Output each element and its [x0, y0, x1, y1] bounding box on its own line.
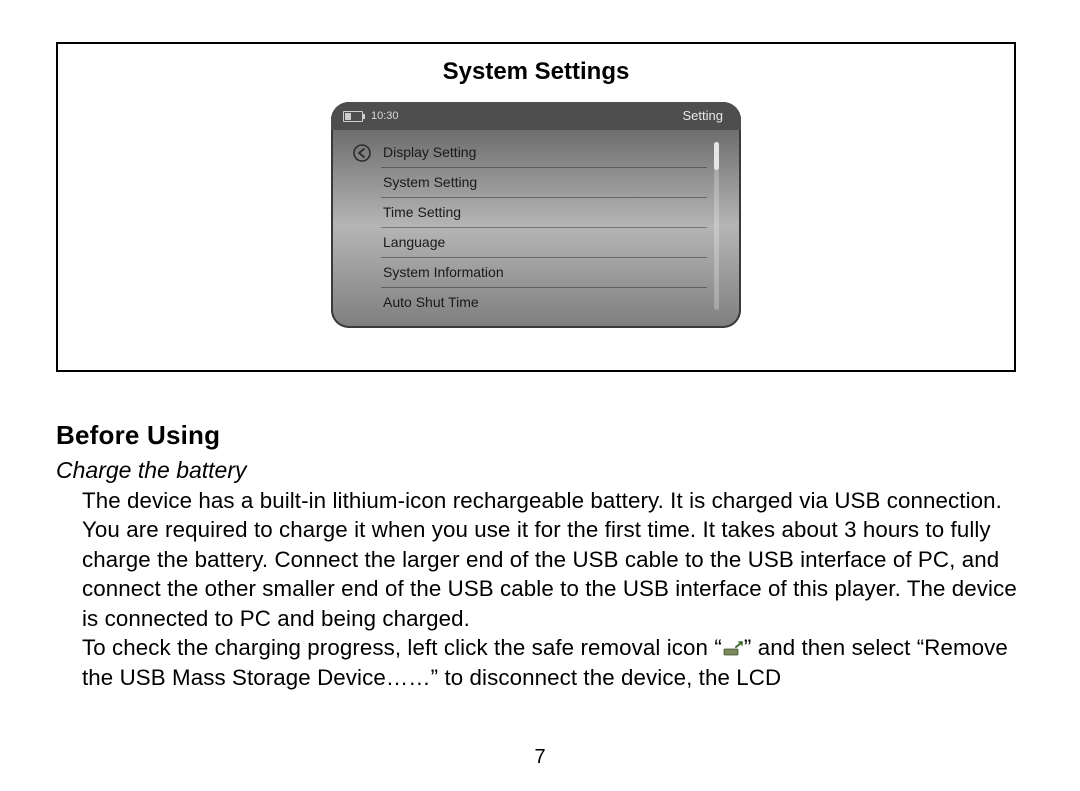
- menu-item-system-setting: System Setting: [381, 168, 707, 198]
- back-icon: [353, 144, 371, 162]
- manual-page: System Settings 10:30 Setting Display Se…: [0, 0, 1080, 791]
- section-heading: Before Using: [56, 420, 1024, 451]
- figure-title: System Settings: [58, 44, 1014, 86]
- device-scrollbar: [714, 142, 719, 310]
- device-menu-area: Display Setting System Setting Time Sett…: [349, 138, 723, 318]
- device-screenshot: 10:30 Setting Display Setting System Set…: [331, 102, 741, 328]
- device-scroll-thumb: [714, 142, 719, 170]
- body-text-1: The device has a built-in lithium-icon r…: [82, 488, 1017, 631]
- menu-item-auto-shut-time: Auto Shut Time: [381, 288, 707, 317]
- figure-frame: System Settings 10:30 Setting Display Se…: [56, 42, 1016, 372]
- safe-removal-icon: [722, 635, 744, 651]
- battery-icon: [343, 111, 363, 122]
- section-subheading: Charge the battery: [56, 457, 1024, 484]
- status-time: 10:30: [371, 110, 399, 122]
- menu-item-display-setting: Display Setting: [381, 138, 707, 168]
- body-text-2a: To check the charging progress, left cli…: [82, 635, 722, 660]
- menu-item-system-information: System Information: [381, 258, 707, 288]
- device-status-bar: 10:30 Setting: [331, 102, 741, 130]
- menu-item-time-setting: Time Setting: [381, 198, 707, 228]
- device-menu-list: Display Setting System Setting Time Sett…: [381, 138, 707, 318]
- body-paragraph: The device has a built-in lithium-icon r…: [56, 486, 1024, 692]
- status-screen-title: Setting: [683, 108, 723, 123]
- page-number: 7: [0, 746, 1080, 769]
- menu-item-language: Language: [381, 228, 707, 258]
